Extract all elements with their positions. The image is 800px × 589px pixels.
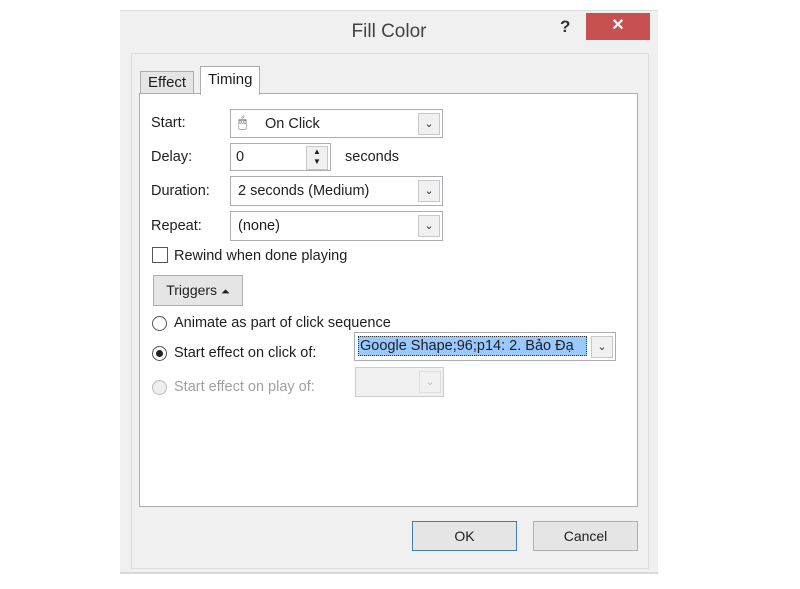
duration-select[interactable]: 2 seconds (Medium) ⌄ — [230, 176, 443, 206]
fill-color-dialog: Fill Color ? ✕ Effect Timing Start: 🖱 On… — [120, 10, 658, 573]
tab-timing[interactable]: Timing — [200, 66, 261, 95]
play-trigger-select: ⌄ — [355, 367, 444, 397]
option-label: Animate as part of click sequence — [174, 315, 391, 331]
start-label: Start: — [151, 115, 186, 131]
triggers-button[interactable]: Triggers ⏶ — [153, 275, 243, 306]
repeat-select[interactable]: (none) ⌄ — [230, 211, 443, 241]
delay-unit: seconds — [345, 149, 400, 165]
delay-value: 0 — [236, 149, 245, 165]
triggers-label: Triggers — [166, 282, 218, 298]
mouse-icon: 🖱 — [238, 114, 248, 131]
start-select[interactable]: 🖱 On Click ⌄ — [230, 109, 443, 138]
cancel-button[interactable]: Cancel — [533, 521, 638, 551]
radio-start-on-play — [152, 380, 167, 395]
timing-panel: Start: 🖱 On Click ⌄ Delay: 0 ▲ ▼ seconds … — [139, 93, 638, 507]
click-trigger-value: Google Shape;96;p14: 2. Bảo Đạ — [358, 336, 587, 356]
option-label: Start effect on click of: — [174, 345, 317, 361]
radio-click-sequence[interactable] — [152, 316, 167, 331]
delay-label: Delay: — [151, 149, 193, 165]
duration-value: 2 seconds (Medium) — [238, 183, 370, 199]
click-trigger-select[interactable]: Google Shape;96;p14: 2. Bảo Đạ ⌄ — [354, 332, 616, 361]
repeat-label: Repeat: — [151, 218, 202, 234]
dialog-shadow — [120, 572, 658, 574]
option-label: Start effect on play of: — [174, 379, 315, 395]
chevron-down-icon[interactable]: ⌄ — [418, 215, 440, 237]
start-value: On Click — [265, 116, 320, 132]
duration-label: Duration: — [151, 183, 210, 199]
chevron-down-icon[interactable]: ⌄ — [591, 336, 613, 358]
radio-start-on-click[interactable] — [152, 346, 167, 361]
chevron-down-icon[interactable]: ⌄ — [418, 113, 440, 135]
ok-button[interactable]: OK — [412, 521, 517, 551]
close-button[interactable]: ✕ — [586, 13, 650, 40]
rewind-label: Rewind when done playing — [174, 248, 348, 264]
tab-effect[interactable]: Effect — [140, 71, 195, 94]
delay-input[interactable]: 0 ▲ ▼ — [230, 143, 331, 171]
repeat-value: (none) — [238, 218, 280, 234]
double-chevron-up-icon: ⏶ — [220, 286, 230, 298]
delay-spinner[interactable]: ▲ ▼ — [306, 146, 328, 170]
help-button[interactable]: ? — [560, 17, 570, 37]
chevron-down-icon: ⌄ — [419, 371, 441, 393]
chevron-down-icon[interactable]: ⌄ — [418, 180, 440, 202]
dialog-title: Fill Color — [351, 21, 427, 42]
rewind-checkbox[interactable] — [152, 247, 168, 263]
